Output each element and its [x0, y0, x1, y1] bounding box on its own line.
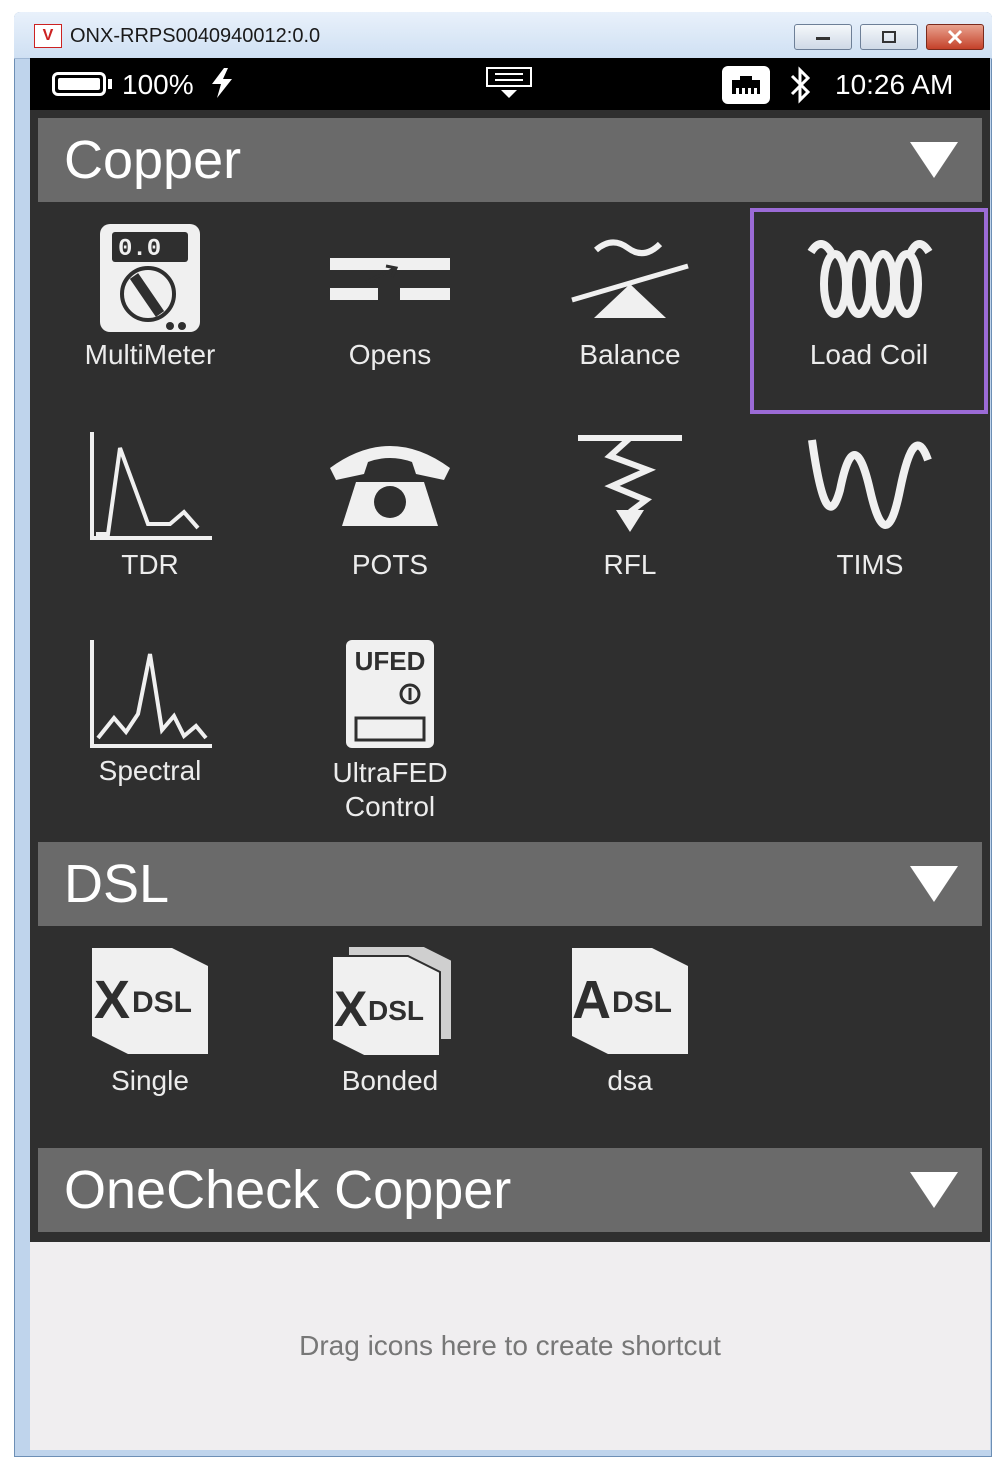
tile-label: dsa: [607, 1065, 653, 1096]
shortcut-drop-area[interactable]: Drag icons here to create shortcut: [30, 1242, 990, 1450]
chevron-down-icon: [910, 866, 958, 902]
section-header-onecheck-copper[interactable]: OneCheck Copper: [38, 1148, 982, 1232]
svg-text:X: X: [334, 981, 367, 1037]
tile-label: TIMS: [836, 549, 904, 580]
tile-opens[interactable]: Opens: [270, 222, 510, 414]
tile-label: Balance: [579, 339, 681, 370]
tdr-icon: [90, 432, 212, 540]
battery-percent: 100%: [122, 69, 194, 100]
svg-text:DSL: DSL: [132, 986, 192, 1019]
rfl-icon: [578, 435, 682, 532]
tile-label: Single: [111, 1065, 189, 1096]
restore-icon: [882, 31, 896, 43]
tile-label: UltraFED: [332, 757, 448, 788]
tile-label: MultiMeter: [84, 339, 216, 370]
tile-tdr[interactable]: TDR: [30, 430, 270, 610]
section-title: OneCheck Copper: [64, 1160, 512, 1220]
battery-icon: [52, 72, 106, 96]
adsl-icon: A DSL: [572, 948, 688, 1054]
chevron-down-icon: [910, 142, 958, 178]
tile-label: Bonded: [341, 1065, 439, 1096]
section-title: DSL: [64, 854, 170, 914]
tile-load-coil[interactable]: Load Coil: [750, 208, 988, 414]
svg-text:X: X: [94, 970, 130, 1030]
tile-label: TDR: [121, 549, 179, 580]
window-title: ONX-RRPS0040940012:0.0: [70, 25, 321, 47]
telephone-icon: [330, 446, 450, 526]
tile-balance[interactable]: Balance: [510, 222, 750, 414]
ultrafed-icon: UFED: [346, 640, 434, 748]
tile-tims[interactable]: TIMS: [750, 430, 990, 610]
xdsl-bonded-icon: X DSL: [331, 945, 452, 1057]
tile-rfl[interactable]: RFL: [510, 430, 750, 610]
tile-xdsl-bonded[interactable]: X DSL Bonded: [270, 944, 510, 1104]
section-header-dsl[interactable]: DSL: [38, 842, 982, 926]
minimize-button[interactable]: [794, 24, 852, 50]
notification-menu-icon[interactable]: [485, 66, 533, 102]
close-icon: [947, 29, 963, 45]
charging-bolt-icon: [212, 68, 232, 98]
multimeter-icon: 0.0: [100, 224, 200, 332]
tile-xdsl-single[interactable]: X DSL Single: [30, 944, 270, 1104]
section-title: Copper: [64, 130, 242, 190]
xdsl-single-icon: X DSL: [92, 948, 208, 1054]
tile-multimeter[interactable]: 0.0 MultiMeter: [30, 222, 270, 414]
section-header-copper[interactable]: Copper: [38, 118, 982, 202]
minimize-icon: [816, 37, 830, 40]
app-logo-icon: V: [34, 24, 62, 48]
tile-label: POTS: [351, 549, 429, 580]
close-button[interactable]: [926, 24, 984, 50]
maximize-button[interactable]: [860, 24, 918, 50]
svg-text:UFED: UFED: [355, 646, 426, 676]
sine-wave-icon: [808, 439, 932, 529]
tile-pots[interactable]: POTS: [270, 430, 510, 610]
window-titlebar[interactable]: V ONX-RRPS0040940012:0.0: [14, 12, 992, 59]
opens-icon: [330, 258, 450, 300]
svg-text:DSL: DSL: [368, 995, 424, 1026]
load-coil-icon: [807, 240, 933, 318]
chevron-down-icon: [910, 1172, 958, 1208]
bluetooth-icon: [790, 66, 811, 104]
spectral-icon: [90, 640, 212, 748]
svg-text:A: A: [572, 970, 611, 1030]
tile-label: Opens: [348, 339, 432, 370]
shortcut-hint: Drag icons here to create shortcut: [299, 1330, 721, 1361]
tile-spectral[interactable]: Spectral: [30, 638, 270, 818]
ethernet-icon: [722, 66, 770, 104]
tile-label-line2: Control: [344, 791, 436, 822]
battery-tip: [108, 79, 112, 89]
svg-text:DSL: DSL: [612, 986, 672, 1019]
tile-adsl-dsa[interactable]: A DSL dsa: [510, 944, 750, 1104]
tile-label: RFL: [603, 549, 657, 580]
tile-ultrafed-control[interactable]: UFED UltraFED Control: [270, 638, 510, 838]
clock: 10:26 AM: [835, 69, 954, 100]
tile-label: Load Coil: [809, 339, 929, 370]
balance-icon: [571, 239, 689, 318]
tile-label: Spectral: [98, 755, 202, 786]
status-bar: 100% 10:26 AM: [30, 58, 990, 110]
svg-text:0.0: 0.0: [118, 236, 161, 263]
device-screen: 100% 10:26 AM Copper 0.0 MultiMeter Open…: [30, 58, 990, 1450]
